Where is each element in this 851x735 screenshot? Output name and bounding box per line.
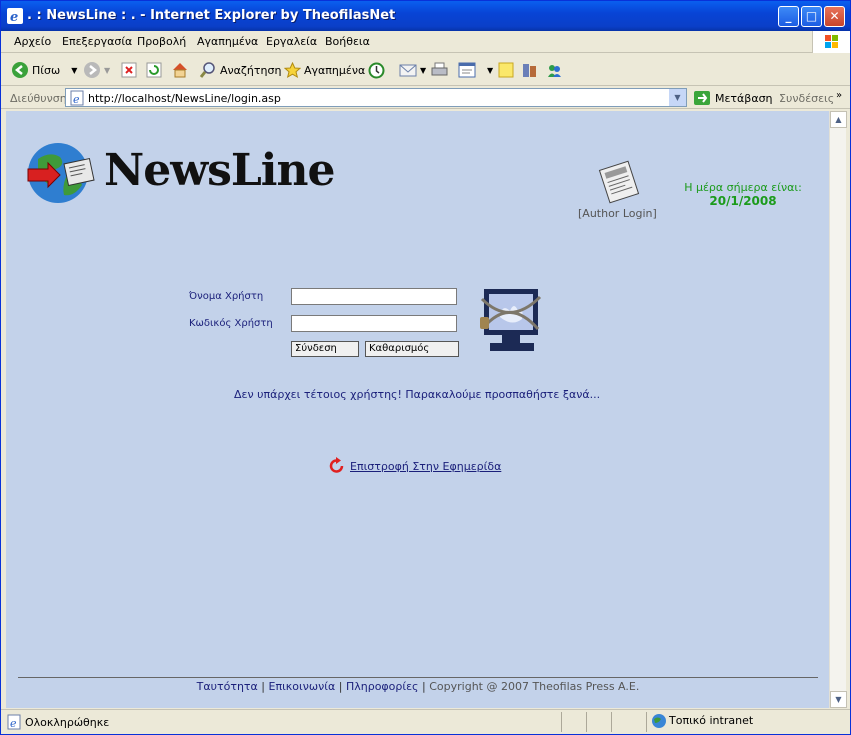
locked-computer-icon xyxy=(480,289,542,351)
history-button[interactable] xyxy=(368,61,385,79)
password-label: Κωδικός Χρήστη xyxy=(189,318,273,329)
home-button[interactable] xyxy=(171,61,189,79)
username-label: Όνομα Χρήστη xyxy=(189,291,264,302)
forward-button[interactable]: ▼ xyxy=(83,61,110,79)
site-brand: NewsLine xyxy=(104,145,335,196)
note-icon xyxy=(498,62,514,78)
back-button[interactable]: Πίσω ▼ xyxy=(11,61,77,79)
edit-button[interactable]: ▼ xyxy=(458,61,493,79)
refresh-arrow-icon xyxy=(329,457,344,473)
svg-text:e: e xyxy=(10,10,18,24)
back-dropdown-icon[interactable]: ▼ xyxy=(71,66,77,75)
reset-button[interactable]: Καθαρισμός xyxy=(365,341,459,357)
menu-bar: Αρχείο Επεξεργασία Προβολή Αγαπημένα Εργ… xyxy=(1,31,850,53)
title-bar[interactable]: e . : NewsLine : . - Internet Explorer b… xyxy=(1,1,850,31)
status-bar: e Ολοκληρώθηκε Τοπικό intranet xyxy=(1,709,850,734)
mail-button[interactable]: ▼ xyxy=(399,61,426,79)
page-icon: e xyxy=(70,90,84,106)
star-icon xyxy=(284,61,301,78)
globe-logo-icon xyxy=(26,141,98,209)
history-icon xyxy=(368,62,385,78)
go-arrow-icon xyxy=(694,91,710,105)
home-icon xyxy=(173,63,187,78)
page-content: NewsLine [Author Login] Η μέρα σήμερα εί… xyxy=(6,111,829,708)
refresh-button[interactable] xyxy=(146,61,162,79)
footer-contact-link[interactable]: Επικοινωνία xyxy=(269,680,336,693)
error-message: Δεν υπάρχει τέτοιος χρήστης! Παρακαλούμε… xyxy=(234,388,601,401)
menu-file[interactable]: Αρχείο xyxy=(14,35,51,48)
ie-icon: e xyxy=(7,8,23,24)
back-to-paper-link[interactable]: Επιστροφή Στην Εφημερίδα xyxy=(350,460,501,473)
research-button[interactable] xyxy=(521,61,538,79)
edit-page-icon xyxy=(458,62,476,78)
close-button[interactable]: ✕ xyxy=(824,6,845,27)
date-label: Η μέρα σήμερα είναι: xyxy=(684,181,802,194)
author-login-link[interactable]: [Author Login] xyxy=(578,207,657,220)
chevron-right-icon[interactable]: » xyxy=(836,90,842,101)
forward-arrow-icon xyxy=(84,62,100,78)
newspaper-icon[interactable] xyxy=(596,159,642,205)
vertical-scrollbar[interactable]: ▲ ▼ xyxy=(829,111,847,708)
footer-identity-link[interactable]: Ταυτότητα xyxy=(197,680,258,693)
security-zone: Τοπικό intranet xyxy=(669,714,754,727)
menu-favorites[interactable]: Αγαπημένα xyxy=(197,35,258,48)
links-toolbar[interactable]: Συνδέσεις xyxy=(779,92,834,105)
back-to-paper[interactable]: Επιστροφή Στην Εφημερίδα xyxy=(328,457,501,475)
print-button[interactable] xyxy=(431,61,448,79)
window-title: . : NewsLine : . - Internet Explorer by … xyxy=(27,8,396,23)
intranet-globe-icon xyxy=(652,714,666,728)
address-input[interactable]: e http://localhost/NewsLine/login.asp ▼ xyxy=(65,88,687,107)
page-done-icon: e xyxy=(7,714,21,730)
browser-window: e . : NewsLine : . - Internet Explorer b… xyxy=(0,0,851,735)
footer-copyright: Copyright @ 2007 Theofilas Press A.E. xyxy=(429,680,640,693)
scroll-down-icon[interactable]: ▼ xyxy=(830,691,847,708)
svg-text:e: e xyxy=(73,93,80,106)
research-icon xyxy=(523,63,536,77)
menu-help[interactable]: Βοήθεια xyxy=(325,35,370,48)
footer: Ταυτότητα | Επικοινωνία | Πληροφορίες | … xyxy=(18,677,818,693)
go-button[interactable]: Μετάβαση xyxy=(693,90,773,106)
login-button[interactable]: Σύνδεση xyxy=(291,341,359,357)
svg-text:e: e xyxy=(10,717,17,730)
date-box: Η μέρα σήμερα είναι: 20/1/2008 xyxy=(678,181,808,208)
menu-tools[interactable]: Εργαλεία xyxy=(266,35,317,48)
messenger-button[interactable] xyxy=(546,61,563,79)
stop-button[interactable] xyxy=(121,61,137,79)
scroll-up-icon[interactable]: ▲ xyxy=(830,111,847,128)
menu-edit[interactable]: Επεξεργασία xyxy=(62,35,132,48)
username-input[interactable] xyxy=(291,288,457,305)
refresh-icon xyxy=(146,62,162,78)
minimize-button[interactable]: _ xyxy=(778,6,799,27)
search-icon xyxy=(199,62,215,78)
toolbar: Πίσω ▼ ▼ Αναζήτηση Αγαπημένα ▼ ▼ xyxy=(1,54,850,86)
address-dropdown-icon[interactable]: ▼ xyxy=(669,89,686,106)
discuss-button[interactable] xyxy=(498,61,514,79)
print-icon xyxy=(431,62,448,76)
password-input[interactable] xyxy=(291,315,457,332)
address-bar: Διεύθυνση e http://localhost/NewsLine/lo… xyxy=(1,87,850,109)
menu-view[interactable]: Προβολή xyxy=(137,35,186,48)
stop-icon xyxy=(121,62,137,78)
messenger-icon xyxy=(548,64,561,77)
favorites-button[interactable]: Αγαπημένα xyxy=(284,61,365,79)
maximize-button[interactable]: □ xyxy=(801,6,822,27)
address-label: Διεύθυνση xyxy=(10,92,67,105)
date-value: 20/1/2008 xyxy=(709,194,777,208)
mail-icon xyxy=(399,64,417,77)
search-button[interactable]: Αναζήτηση xyxy=(199,61,281,79)
windows-logo-icon xyxy=(812,31,850,53)
status-text: Ολοκληρώθηκε xyxy=(25,716,110,729)
footer-info-link[interactable]: Πληροφορίες xyxy=(346,680,419,693)
back-arrow-icon xyxy=(12,62,28,78)
